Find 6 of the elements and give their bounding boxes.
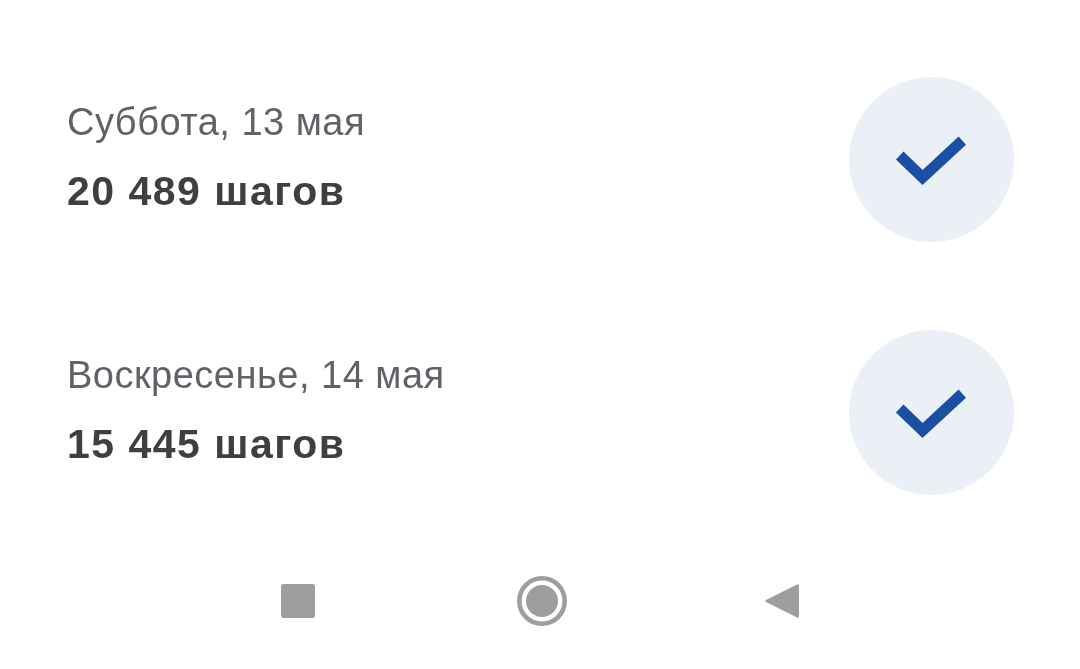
back-triangle-icon[interactable] xyxy=(765,583,799,619)
day-date: Воскресенье, 14 мая xyxy=(67,352,445,397)
day-date: Суббота, 13 мая xyxy=(67,99,366,144)
step-count: 20 489 шагов xyxy=(67,167,347,214)
step-count: 15 445 шагов xyxy=(67,420,347,467)
home-ring-icon[interactable] xyxy=(517,576,567,626)
